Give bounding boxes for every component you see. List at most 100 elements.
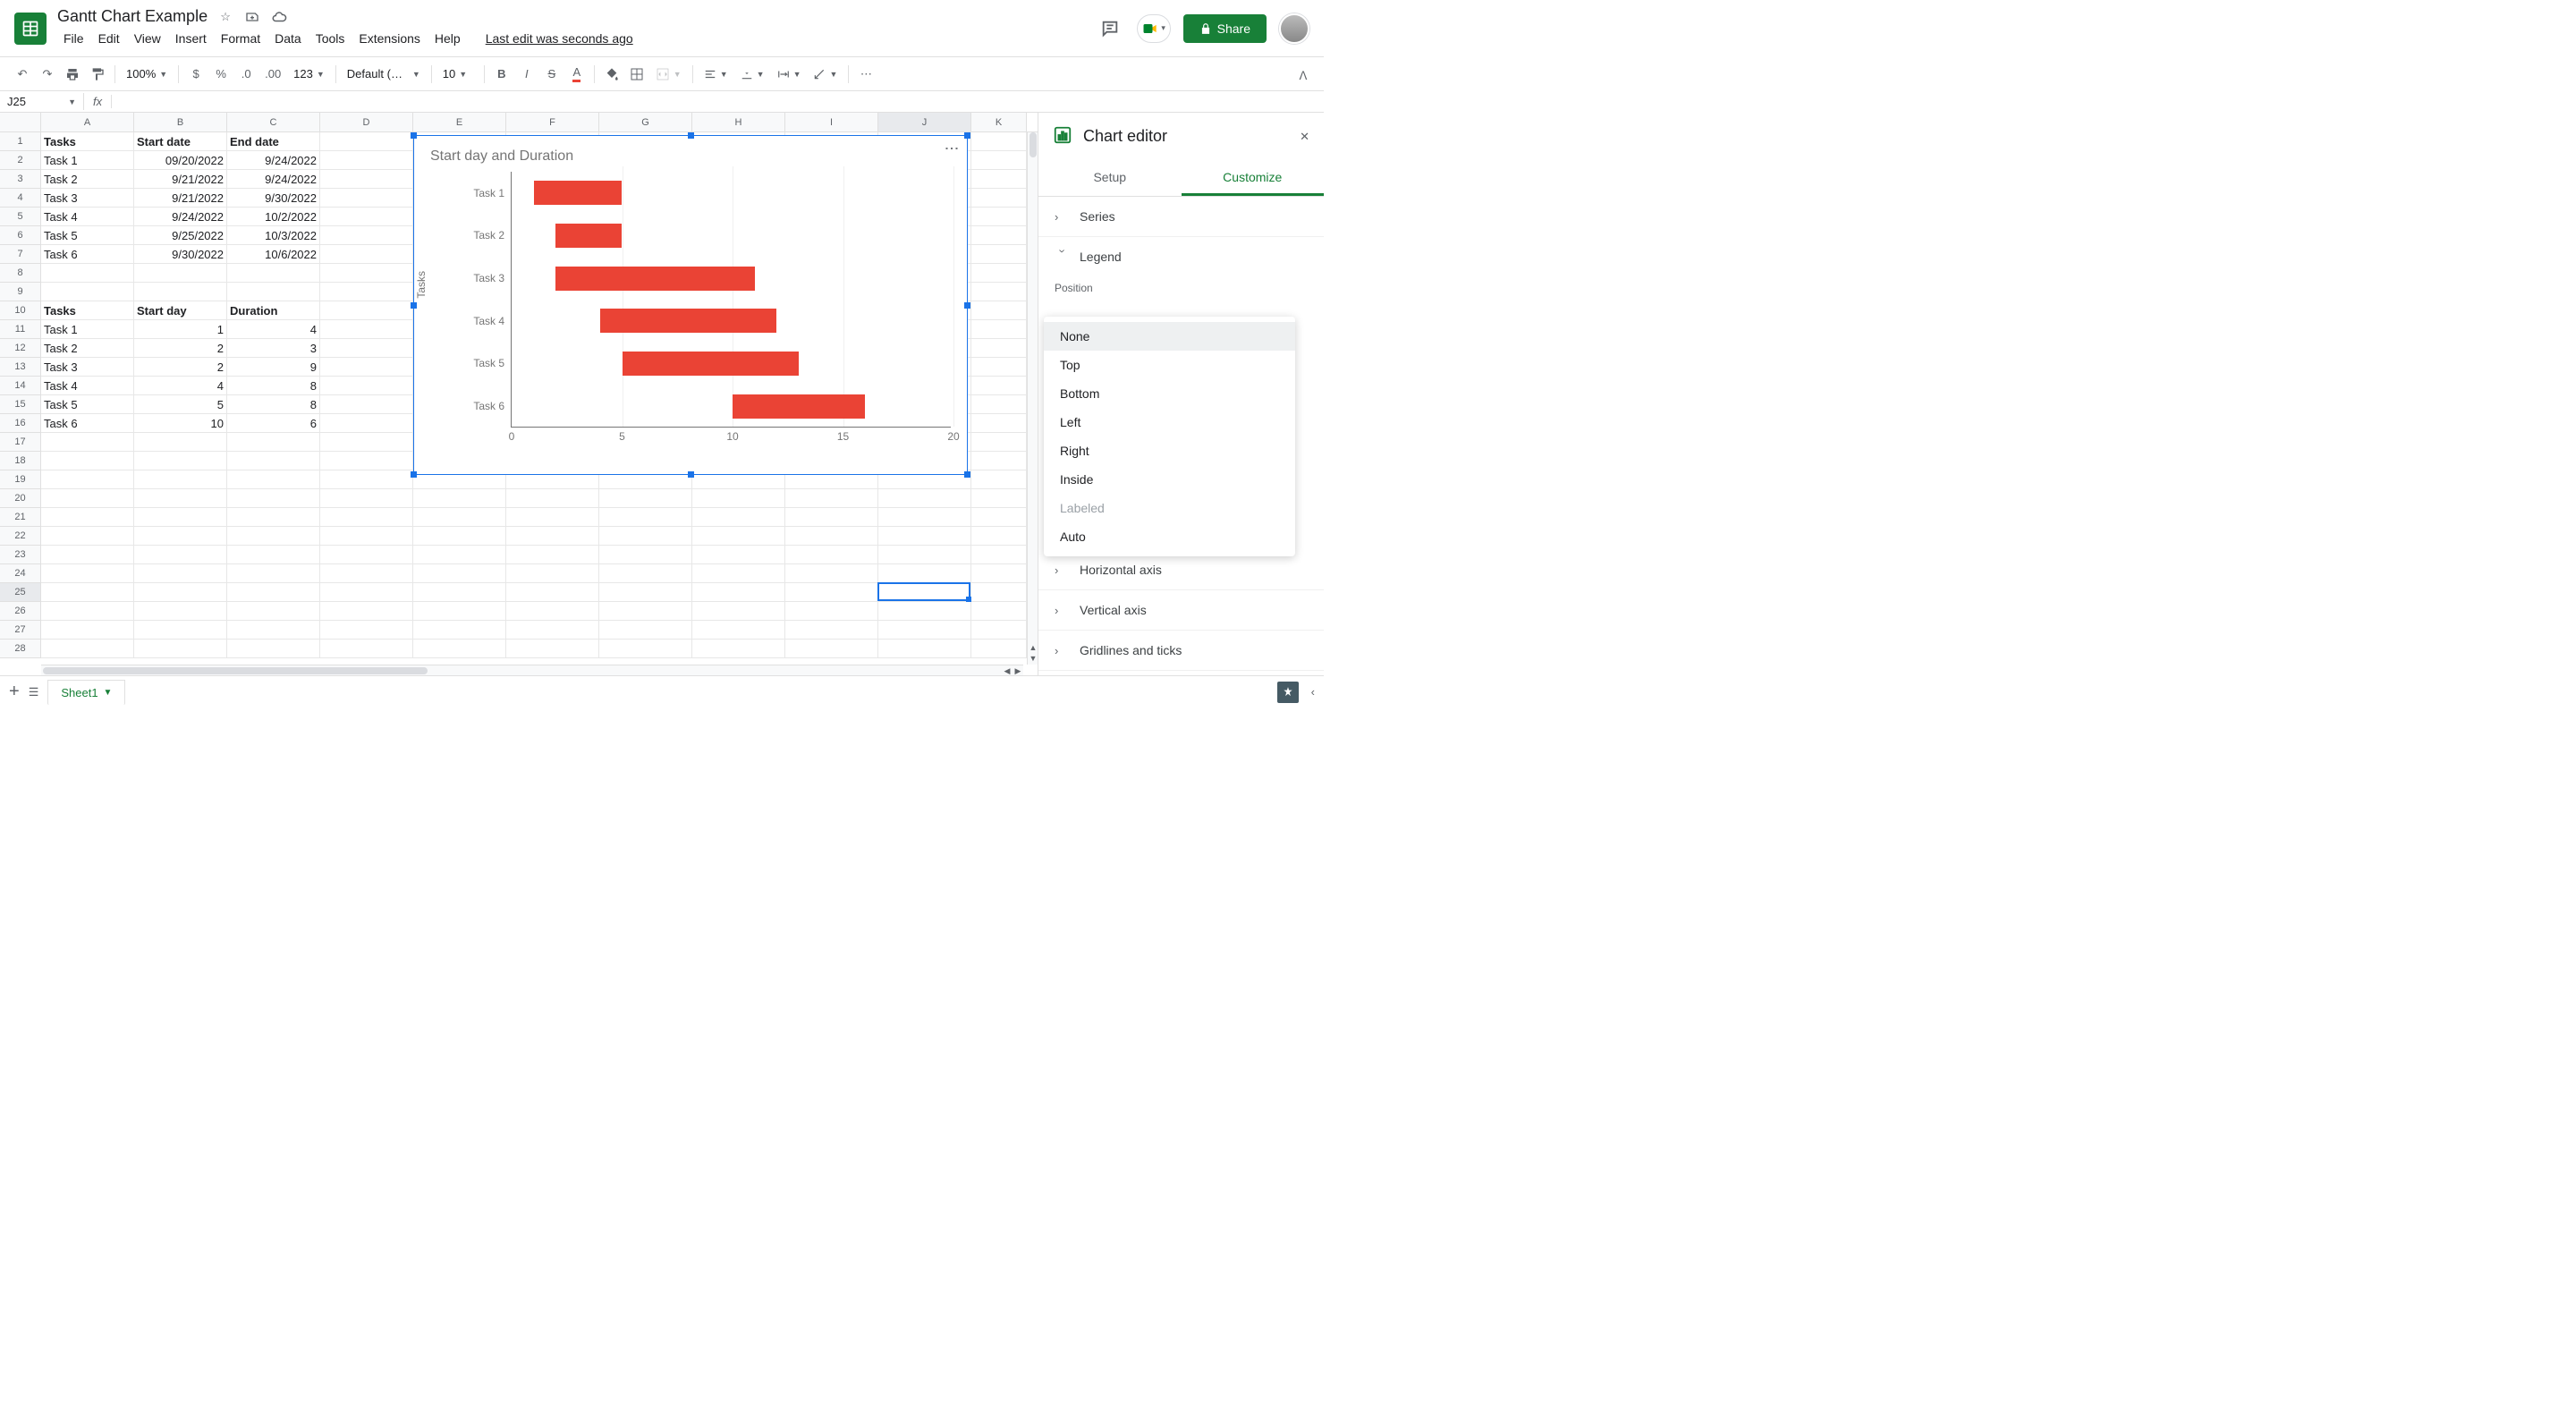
cell[interactable] [878, 621, 971, 640]
sheet-tab[interactable]: Sheet1 ▼ [47, 680, 125, 705]
number-format-dropdown[interactable]: 123▼ [288, 65, 330, 82]
cell[interactable] [320, 208, 413, 226]
row-header[interactable]: 5 [0, 208, 41, 226]
cell[interactable] [971, 170, 1027, 189]
row-header[interactable]: 28 [0, 640, 41, 658]
move-icon[interactable] [243, 8, 261, 26]
section-legend[interactable]: › Legend [1038, 237, 1324, 276]
share-button[interactable]: Share [1183, 14, 1267, 43]
cell[interactable]: Tasks [41, 301, 134, 320]
cell[interactable] [227, 583, 320, 602]
cell[interactable] [320, 377, 413, 395]
cell[interactable] [971, 377, 1027, 395]
cell[interactable]: 2 [134, 339, 227, 358]
cell[interactable] [41, 489, 134, 508]
cell[interactable]: Start date [134, 132, 227, 151]
cell[interactable] [785, 546, 878, 564]
cell[interactable] [320, 339, 413, 358]
cell[interactable]: 9/30/2022 [134, 245, 227, 264]
cell[interactable] [971, 245, 1027, 264]
cell[interactable] [41, 264, 134, 283]
merge-dropdown[interactable]: ▼ [650, 65, 687, 83]
cell[interactable] [971, 339, 1027, 358]
cell[interactable] [692, 527, 785, 546]
cell[interactable]: 9 [227, 358, 320, 377]
cell[interactable] [41, 283, 134, 301]
row-header[interactable]: 7 [0, 245, 41, 264]
dropdown-item[interactable]: Left [1044, 408, 1295, 436]
cell[interactable] [785, 621, 878, 640]
cell[interactable] [599, 564, 692, 583]
menu-extensions[interactable]: Extensions [352, 28, 426, 49]
cell[interactable] [506, 621, 599, 640]
cell[interactable] [320, 564, 413, 583]
dropdown-item[interactable]: Bottom [1044, 379, 1295, 408]
cell[interactable] [413, 583, 506, 602]
cell[interactable] [134, 433, 227, 452]
paint-format-icon[interactable] [86, 63, 109, 86]
cell[interactable] [878, 508, 971, 527]
cell[interactable] [227, 527, 320, 546]
cell[interactable] [599, 508, 692, 527]
percent-icon[interactable]: % [209, 63, 233, 86]
cell[interactable] [41, 470, 134, 489]
col-header[interactable]: K [971, 113, 1027, 131]
cell[interactable]: Task 6 [41, 414, 134, 433]
font-size-dropdown[interactable]: 10▼ [437, 65, 479, 82]
wrap-dropdown[interactable]: ▼ [772, 66, 807, 82]
cell[interactable] [320, 301, 413, 320]
cell[interactable]: Task 2 [41, 339, 134, 358]
cell[interactable] [413, 508, 506, 527]
row-header[interactable]: 25 [0, 583, 41, 602]
cell[interactable] [320, 527, 413, 546]
cell[interactable] [320, 264, 413, 283]
cell[interactable]: Start day [134, 301, 227, 320]
name-box[interactable]: J25▼ [0, 93, 84, 110]
cell[interactable] [599, 602, 692, 621]
cell[interactable] [971, 226, 1027, 245]
cell[interactable] [134, 264, 227, 283]
cell[interactable] [692, 621, 785, 640]
cell[interactable]: 4 [227, 320, 320, 339]
menu-help[interactable]: Help [428, 28, 467, 49]
dropdown-item[interactable]: Auto [1044, 522, 1295, 551]
cell[interactable] [971, 621, 1027, 640]
cell[interactable] [227, 283, 320, 301]
cell[interactable] [320, 283, 413, 301]
cell[interactable]: End date [227, 132, 320, 151]
cell[interactable]: 1 [134, 320, 227, 339]
cell[interactable]: 09/20/2022 [134, 151, 227, 170]
cell[interactable] [227, 470, 320, 489]
vertical-scrollbar[interactable]: ▲▼ [1027, 132, 1038, 665]
row-header[interactable]: 22 [0, 527, 41, 546]
cell[interactable] [785, 602, 878, 621]
cell[interactable] [134, 489, 227, 508]
cell[interactable]: 10/6/2022 [227, 245, 320, 264]
cell[interactable]: Task 1 [41, 151, 134, 170]
cell[interactable] [971, 320, 1027, 339]
col-header[interactable]: B [134, 113, 227, 131]
side-panel-collapse-icon[interactable]: ‹ [1311, 685, 1315, 699]
cell[interactable] [878, 546, 971, 564]
cell[interactable] [506, 602, 599, 621]
cell[interactable]: 9/24/2022 [227, 170, 320, 189]
cell[interactable] [413, 527, 506, 546]
redo-icon[interactable]: ↷ [36, 63, 59, 86]
valign-dropdown[interactable]: ▼ [735, 66, 770, 82]
cell[interactable] [971, 395, 1027, 414]
cell[interactable] [320, 452, 413, 470]
row-header[interactable]: 11 [0, 320, 41, 339]
cell[interactable] [506, 583, 599, 602]
row-header[interactable]: 2 [0, 151, 41, 170]
row-header[interactable]: 16 [0, 414, 41, 433]
cell[interactable] [692, 564, 785, 583]
row-header[interactable]: 21 [0, 508, 41, 527]
cell[interactable] [971, 489, 1027, 508]
spreadsheet-grid[interactable]: ABCDEFGHIJK 1TasksStart dateEnd date2Tas… [0, 113, 1038, 675]
cell[interactable] [878, 564, 971, 583]
add-sheet-icon[interactable]: + [9, 682, 20, 702]
cell[interactable]: Task 1 [41, 320, 134, 339]
strike-icon[interactable]: S [540, 63, 564, 86]
cell[interactable] [41, 583, 134, 602]
menu-file[interactable]: File [57, 28, 90, 49]
